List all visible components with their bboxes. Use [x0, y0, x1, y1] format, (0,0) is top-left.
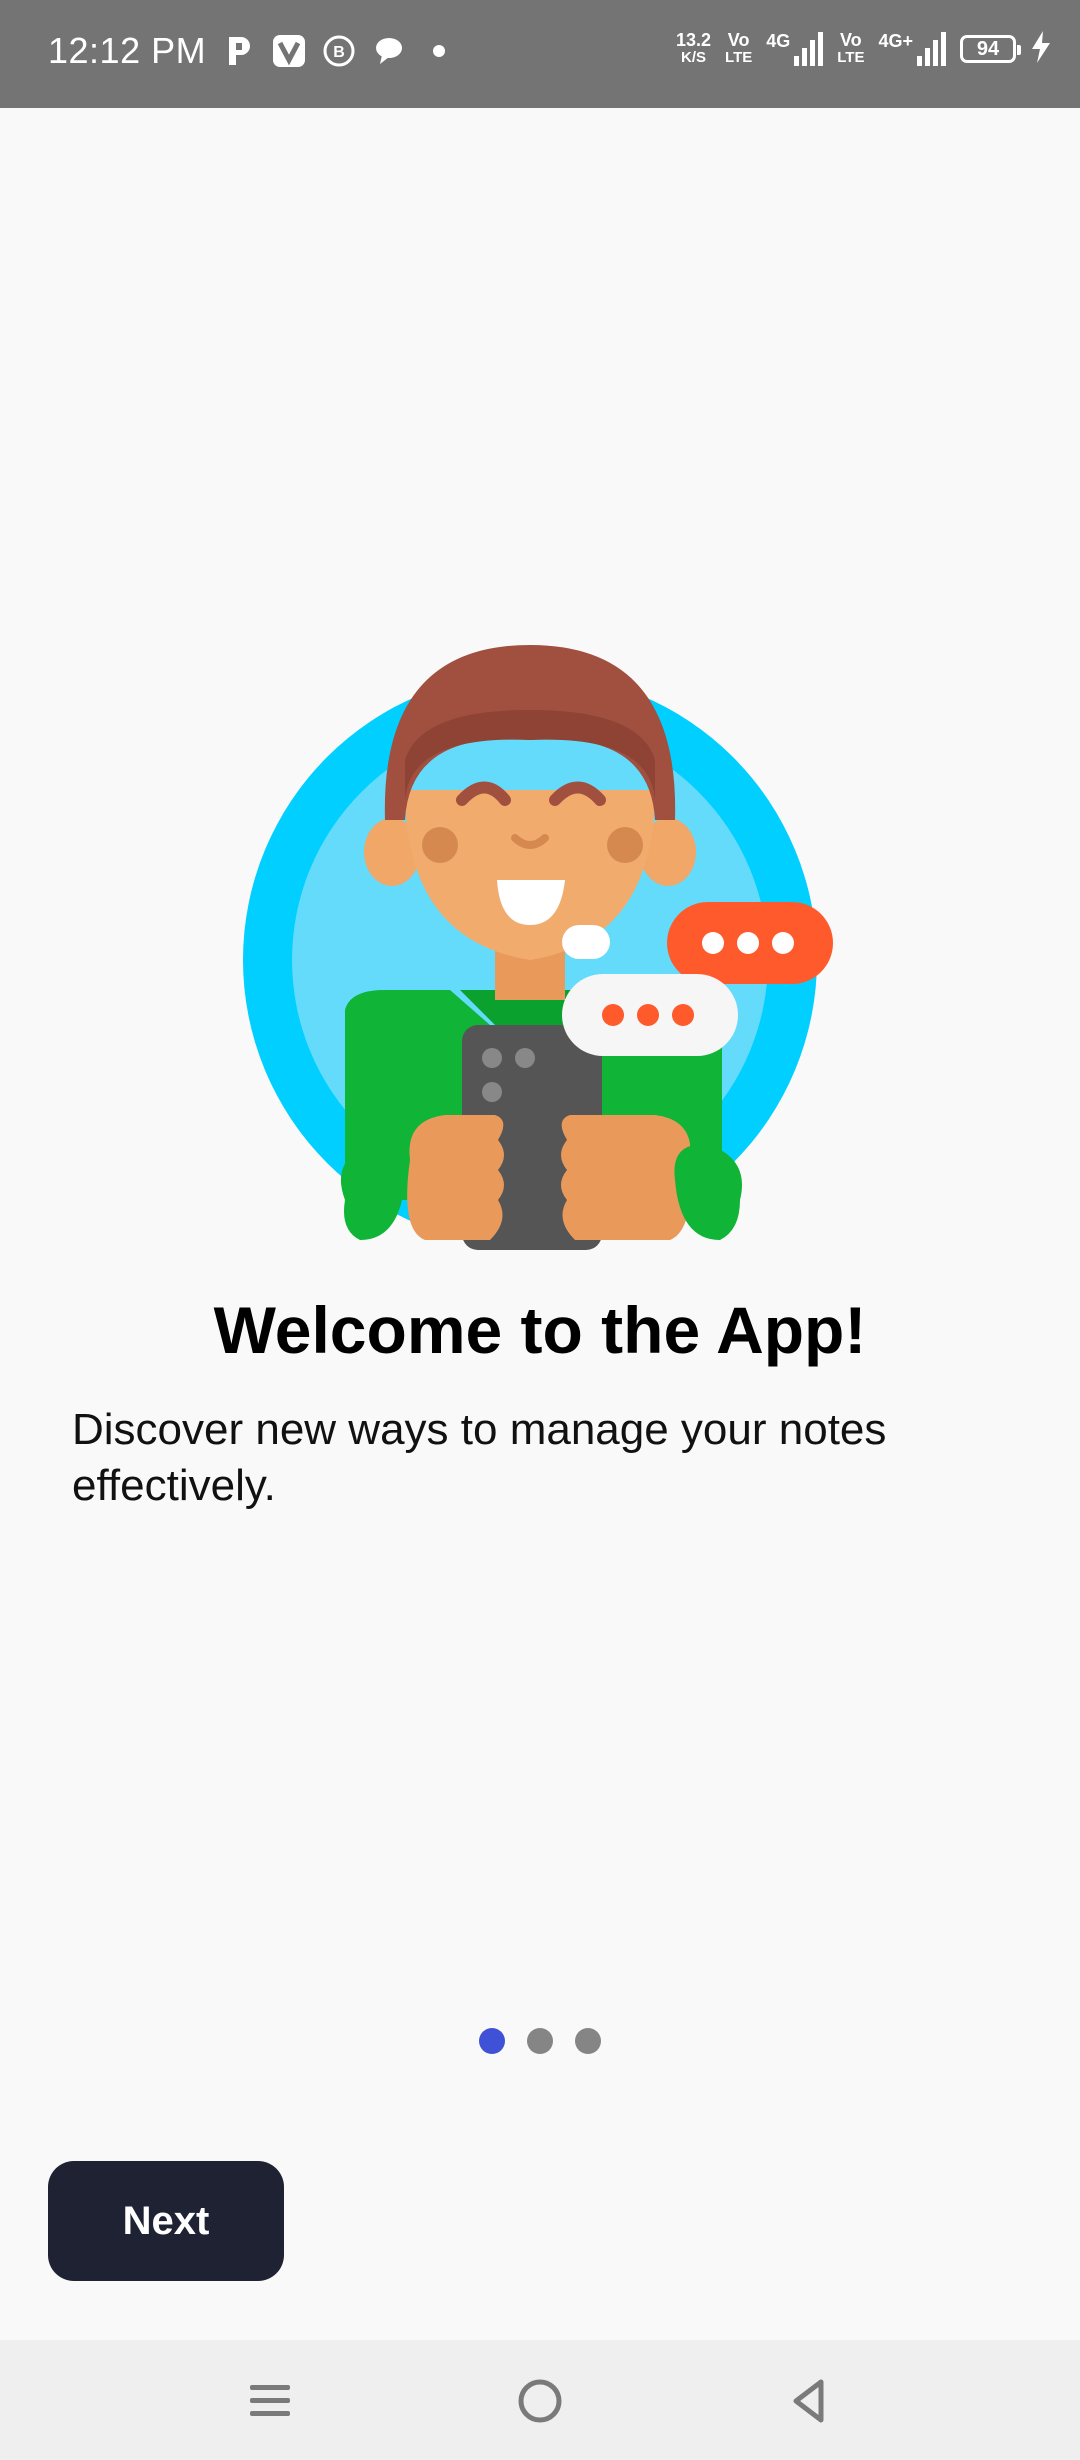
- signal-bars-icon: [794, 31, 824, 66]
- net-speed: 13.2 K/S: [675, 29, 712, 66]
- charging-bolt-icon: [1030, 30, 1052, 67]
- onboarding-title: Welcome to the App!: [213, 1293, 867, 1367]
- b-app-icon: B: [322, 34, 356, 68]
- status-bar: 12:12 PM B 13.2 K/S Vo LTE 4G Vo LTE 4G+…: [0, 0, 1080, 108]
- volte-icon: Vo LTE: [725, 29, 753, 66]
- volte-icon-2: Vo LTE: [837, 29, 865, 66]
- page-indicator: [0, 2028, 1080, 2054]
- p-app-icon: [222, 34, 256, 68]
- svg-text:B: B: [333, 44, 345, 61]
- chat-bubble-icon: [372, 34, 406, 68]
- right-hand: [561, 1115, 691, 1240]
- signal-bars-icon-2: [917, 31, 946, 66]
- notification-icons: B: [222, 34, 456, 68]
- battery-icon: 94: [960, 34, 1021, 63]
- recents-menu-icon[interactable]: [235, 2366, 305, 2436]
- page-dot-2[interactable]: [527, 2028, 553, 2054]
- v-app-icon: [272, 34, 306, 68]
- next-button-label: Next: [122, 2198, 210, 2243]
- left-hand: [407, 1115, 504, 1240]
- status-indicators: 13.2 K/S Vo LTE 4G Vo LTE 4G+ 94: [676, 30, 1052, 67]
- back-triangle-icon[interactable]: [775, 2366, 845, 2436]
- dot-icon: [422, 34, 456, 68]
- next-button[interactable]: Next: [48, 2161, 284, 2281]
- navigation-bar: [0, 2340, 1080, 2460]
- signal-sim2: 4G+: [878, 31, 946, 66]
- welcome-illustration: [240, 640, 840, 1250]
- page-dot-1[interactable]: [479, 2028, 505, 2054]
- status-time: 12:12 PM: [48, 30, 207, 71]
- page-dot-3[interactable]: [575, 2028, 601, 2054]
- onboarding-subtitle: Discover new ways to manage your notes e…: [72, 1405, 887, 1510]
- home-circle-icon[interactable]: [505, 2366, 575, 2436]
- signal-sim1: 4G: [766, 31, 824, 66]
